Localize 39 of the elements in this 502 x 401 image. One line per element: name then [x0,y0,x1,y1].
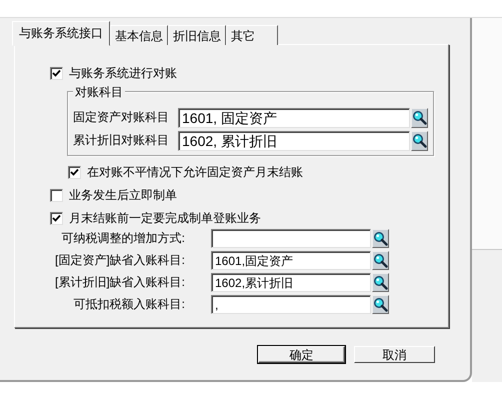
checkbox[interactable] [50,212,63,224]
search-icon [373,252,388,268]
search-icon [373,296,388,312]
lookup-button[interactable] [372,250,389,270]
tab[interactable]: 折旧信息 [168,25,226,45]
lookup-button[interactable] [411,108,428,128]
dialog-button[interactable]: 确定 [258,346,345,363]
checkbox-label: 与账务系统进行对账 [69,64,177,82]
dialog-button[interactable]: 取消 [354,346,435,363]
group-title: 对账科目 [73,84,125,101]
checkbox-label: 月末结账前一定要完成制单登账业务 [69,210,261,226]
search-icon [412,110,427,125]
checkbox[interactable] [50,188,63,202]
field-label: 累计折旧对账科目 [73,132,170,149]
lookup-button[interactable] [372,294,389,314]
field-label: [累计折旧]缺省入账科目: [54,274,186,290]
input-field[interactable]: 1602, 累计折旧 [178,130,410,150]
checkbox[interactable] [68,166,81,178]
search-icon [373,274,388,290]
field-label: 可纳税调整的增加方式: [60,230,186,246]
input-field[interactable] [211,228,371,248]
lookup-button[interactable] [372,272,389,292]
tab[interactable]: 其它 [226,25,278,45]
input-field[interactable]: , [211,294,371,314]
input-field[interactable]: 1601,固定资产 [211,250,371,270]
tab[interactable]: 基本信息 [110,25,168,45]
tab[interactable]: 与账务系统接口 [12,21,110,46]
field-label: [固定资产]缺省入账科目: [54,252,186,268]
lookup-button[interactable] [372,228,389,248]
checkbox-label: 业务发生后立即制单 [69,186,177,204]
checkbox-label: 在对账不平情况下允许固定资产月末结账 [87,164,303,180]
field-label: 固定资产对账科目 [73,109,170,126]
checkbox[interactable] [50,66,63,80]
search-icon [373,230,388,246]
input-field[interactable]: 1601, 固定资产 [178,108,410,128]
lookup-button[interactable] [411,130,428,150]
input-field[interactable]: 1602,累计折旧 [211,272,371,292]
field-label: 可抵扣税额入账科目: [72,296,186,312]
search-icon [412,133,427,148]
